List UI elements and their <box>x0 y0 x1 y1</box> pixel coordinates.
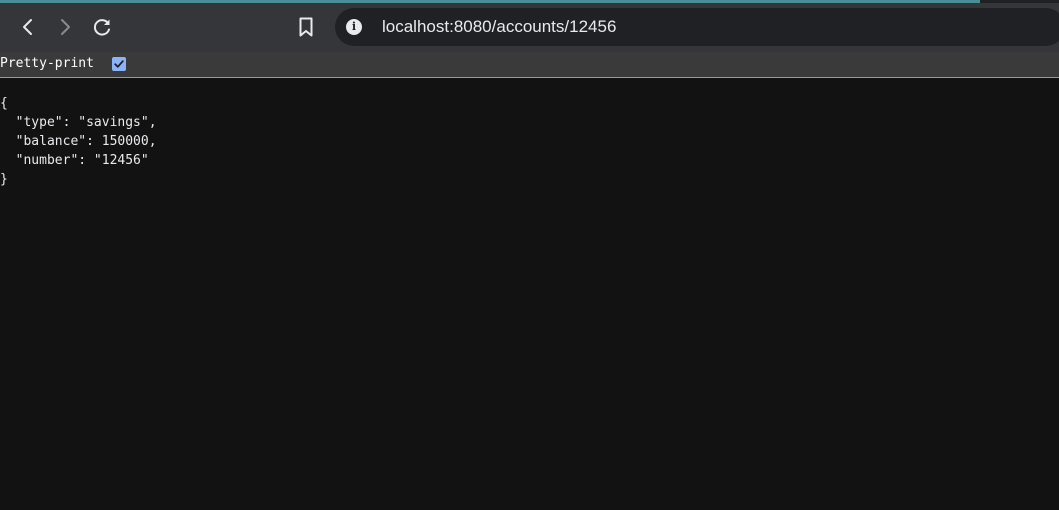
info-icon[interactable]: i <box>346 19 362 35</box>
bookmark-button[interactable] <box>289 10 323 44</box>
back-button[interactable] <box>11 10 45 44</box>
url-text[interactable]: localhost:8080/accounts/12456 <box>382 8 616 46</box>
browser-toolbar: i localhost:8080/accounts/12456 <box>0 3 1059 52</box>
chevron-right-icon <box>61 19 70 35</box>
checkmark-icon <box>114 60 124 68</box>
pretty-print-label: Pretty-print <box>0 56 94 71</box>
reload-icon <box>93 19 110 36</box>
reload-button[interactable] <box>85 10 119 44</box>
pretty-print-checkbox[interactable] <box>112 57 126 71</box>
forward-button[interactable] <box>48 10 82 44</box>
chevron-left-icon <box>23 19 32 35</box>
address-bar[interactable]: i localhost:8080/accounts/12456 <box>335 8 1059 46</box>
json-response-body: { "type": "savings", "balance": 150000, … <box>0 96 157 187</box>
bookmark-icon <box>299 17 313 37</box>
pretty-print-bar: Pretty-print <box>0 52 1059 78</box>
